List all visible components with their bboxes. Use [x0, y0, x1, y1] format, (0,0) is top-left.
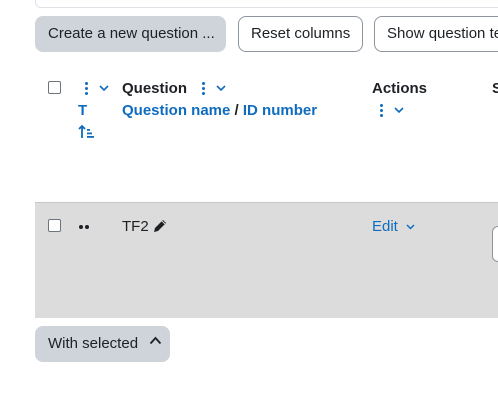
edit-chevron-down-icon[interactable]	[406, 224, 415, 230]
show-question-text-button[interactable]: Show question te	[374, 16, 498, 52]
with-selected-label: With selected	[48, 335, 139, 352]
pencil-icon[interactable]	[152, 218, 168, 234]
chevron-up-icon	[149, 336, 162, 345]
actions-column-header: Actions	[372, 80, 428, 97]
create-question-button[interactable]: Create a new question ...	[35, 16, 226, 52]
top-container-edge	[35, 0, 498, 8]
sort-id-number-link[interactable]: ID number	[243, 102, 317, 119]
chevron-down-icon[interactable]	[99, 85, 109, 92]
table-row	[35, 202, 498, 318]
actions-kebab-menu-icon[interactable]	[380, 104, 384, 119]
status-dropdown[interactable]	[492, 226, 498, 262]
sort-ascending-icon[interactable]	[78, 124, 95, 140]
question-column-header: Question	[122, 80, 188, 97]
actions-chevron-down-icon[interactable]	[394, 107, 404, 114]
select-all-checkbox[interactable]	[48, 81, 61, 94]
question-name-text: TF2	[122, 218, 149, 235]
kebab-menu-icon[interactable]	[85, 82, 89, 97]
sort-type-link[interactable]: T	[78, 102, 87, 119]
reset-columns-button[interactable]: Reset columns	[238, 16, 363, 52]
edit-menu-link[interactable]: Edit	[372, 218, 398, 235]
question-chevron-down-icon[interactable]	[216, 85, 226, 92]
header-separator: /	[234, 102, 239, 119]
with-selected-button[interactable]: With selected	[35, 326, 170, 362]
row-select-checkbox[interactable]	[48, 219, 61, 232]
drag-handle-icon[interactable]	[78, 224, 90, 230]
question-kebab-menu-icon[interactable]	[202, 82, 206, 97]
sort-question-name-link[interactable]: Question name	[122, 102, 230, 119]
status-column-header: S	[492, 80, 498, 97]
